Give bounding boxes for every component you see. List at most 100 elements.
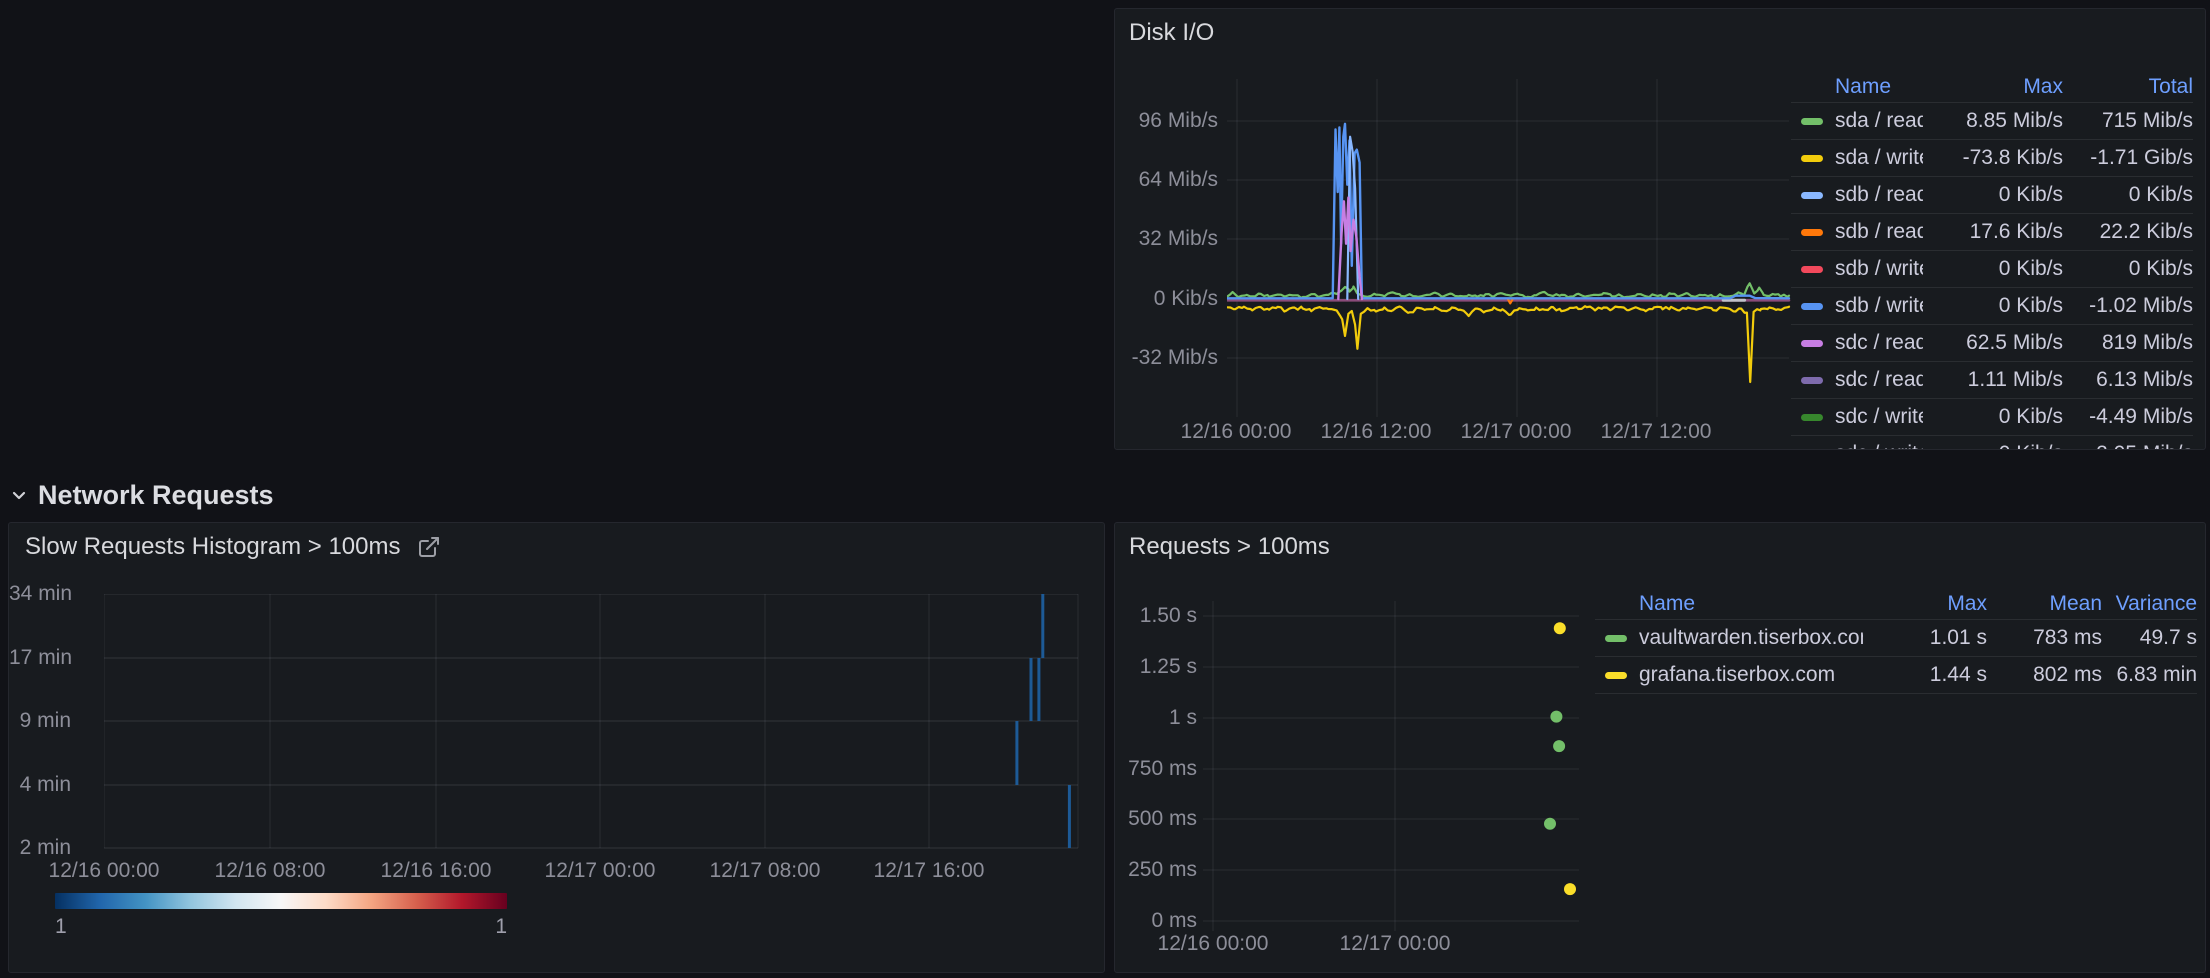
series-max: 1.01 s — [1863, 626, 1987, 650]
disk-x-tick: 12/17 00:00 — [1436, 419, 1596, 445]
disk-x-tick: 12/16 00:00 — [1156, 419, 1316, 445]
histo-x-tick: 12/16 08:00 — [190, 858, 350, 884]
section-network-requests[interactable]: Network Requests — [8, 478, 274, 512]
grafana-dashboard: Disk I/O 96 Mib/s 64 Mib/s 32 Mib/s 0 Ki… — [0, 0, 2210, 978]
histo-x-tick: 12/17 16:00 — [849, 858, 1009, 884]
legend-header-max[interactable]: Max — [1863, 592, 1987, 616]
series-swatch — [1801, 340, 1823, 347]
series-max: 0 Kib/s — [1923, 294, 2063, 318]
disk-x-tick: 12/16 12:00 — [1296, 419, 1456, 445]
series-variance: 49.7 s — [2102, 626, 2197, 650]
series-max: 0 Kib/s — [1923, 257, 2063, 281]
legend-header-mean[interactable]: Mean — [1987, 592, 2102, 616]
slow-requests-histogram-panel: Slow Requests Histogram > 100ms 34 min 1… — [8, 522, 1105, 973]
scale-min-label: 1 — [55, 915, 67, 939]
req-x-tick: 12/16 00:00 — [1133, 931, 1293, 957]
series-total: -1.71 Gib/s — [2063, 146, 2193, 170]
requests-legend-row: grafana.tiserbox.com 1.44 s 802 ms 6.83 … — [1595, 657, 2197, 694]
histo-y-tick: 4 min — [9, 772, 71, 798]
histo-x-tick: 12/16 00:00 — [24, 858, 184, 884]
requests-scatter-chart[interactable] — [1203, 601, 1583, 931]
requests-legend-header: Name Max Mean Variance — [1595, 589, 2197, 620]
heatmap-scale-labels: 1 1 — [55, 915, 507, 939]
series-mean: 783 ms — [1987, 626, 2102, 650]
legend-header-variance[interactable]: Variance — [2102, 592, 2197, 616]
series-max: -73.8 Kib/s — [1923, 146, 2063, 170]
disk-legend-row: sda / writes -73.8 Kib/s -1.71 Gib/s — [1791, 140, 2193, 177]
histo-y-tick: 34 min — [9, 581, 71, 607]
series-total: 22.2 Kib/s — [2063, 220, 2193, 244]
series-max: 62.5 Mib/s — [1923, 331, 2063, 355]
req-y-tick: 250 ms — [1115, 857, 1197, 883]
series-name[interactable]: sda / writes — [1835, 146, 1923, 170]
external-link-icon[interactable] — [417, 535, 441, 559]
legend-header-name[interactable]: Name — [1639, 592, 1863, 616]
req-x-tick: 12/17 00:00 — [1315, 931, 1475, 957]
disk-legend-row: sdc / writes 0 Kib/s -4.49 Mib/s — [1791, 399, 2193, 436]
disk-x-tick: 12/17 12:00 — [1576, 419, 1736, 445]
req-y-tick: 1 s — [1115, 705, 1197, 731]
disk-legend-row: sda / reads 8.85 Mib/s 715 Mib/s — [1791, 103, 2193, 140]
series-name[interactable]: sdb / writes — [1835, 294, 1923, 318]
histogram-panel-title[interactable]: Slow Requests Histogram > 100ms — [25, 533, 401, 561]
disk-io-time-series-chart[interactable] — [1227, 79, 1791, 417]
histo-y-tick: 9 min — [9, 708, 71, 734]
req-y-tick: 1.25 s — [1115, 654, 1197, 680]
series-name[interactable]: sdb / reads — [1835, 183, 1923, 207]
disk-legend-row: sdb / reads 17.6 Kib/s 22.2 Kib/s — [1791, 214, 2193, 251]
disk-legend-row: sdc / writes 0 Kib/s -2.05 Mib/s — [1791, 436, 2193, 450]
chevron-down-icon — [8, 484, 30, 506]
disk-io-panel-title[interactable]: Disk I/O — [1129, 19, 1214, 47]
histo-x-tick: 12/16 16:00 — [356, 858, 516, 884]
requests-legend-row: vaultwarden.tiserbox.com 1.01 s 783 ms 4… — [1595, 620, 2197, 657]
series-total: 819 Mib/s — [2063, 331, 2193, 355]
series-name[interactable]: sdc / writes — [1835, 405, 1923, 429]
disk-legend-row: sdb / reads 0 Kib/s 0 Kib/s — [1791, 177, 2193, 214]
disk-legend-header: Name Max Total — [1791, 72, 2193, 103]
series-swatch — [1801, 155, 1823, 162]
series-total: -1.02 Mib/s — [2063, 294, 2193, 318]
requests-panel-title[interactable]: Requests > 100ms — [1129, 533, 1330, 561]
series-max: 1.44 s — [1863, 663, 1987, 687]
requests-panel: Requests > 100ms 1.50 s 1.25 s 1 s 750 m… — [1114, 522, 2206, 973]
series-swatch — [1801, 266, 1823, 273]
legend-header-total[interactable]: Total — [2063, 75, 2193, 99]
histo-x-tick: 12/17 08:00 — [685, 858, 845, 884]
requests-legend: Name Max Mean Variance vaultwarden.tiser… — [1595, 589, 2197, 694]
series-swatch — [1605, 672, 1627, 679]
legend-header-max[interactable]: Max — [1923, 75, 2063, 99]
series-total: -4.49 Mib/s — [2063, 405, 2193, 429]
series-swatch — [1605, 635, 1627, 642]
scale-max-label: 1 — [495, 915, 507, 939]
series-name[interactable]: sdb / writes — [1835, 257, 1923, 281]
legend-header-name[interactable]: Name — [1835, 75, 1923, 99]
series-name[interactable]: sdb / reads — [1835, 220, 1923, 244]
series-swatch — [1801, 118, 1823, 125]
series-name[interactable]: sdc / writes — [1835, 442, 1923, 450]
disk-y-tick: 96 Mib/s — [1115, 108, 1218, 134]
series-max: 17.6 Kib/s — [1923, 220, 2063, 244]
disk-legend-row: sdb / writes 0 Kib/s 0 Kib/s — [1791, 251, 2193, 288]
series-swatch — [1801, 303, 1823, 310]
disk-y-tick: 64 Mib/s — [1115, 167, 1218, 193]
slow-requests-heatmap-chart[interactable] — [104, 594, 1084, 852]
series-name[interactable]: sdc / reads — [1835, 368, 1923, 392]
histo-y-tick: 17 min — [9, 645, 71, 671]
series-name[interactable]: vaultwarden.tiserbox.com — [1639, 626, 1863, 650]
disk-io-panel: Disk I/O 96 Mib/s 64 Mib/s 32 Mib/s 0 Ki… — [1114, 8, 2206, 450]
req-y-tick: 1.50 s — [1115, 603, 1197, 629]
section-title: Network Requests — [38, 480, 274, 511]
disk-y-tick: -32 Mib/s — [1115, 345, 1218, 371]
disk-legend-row: sdc / reads 62.5 Mib/s 819 Mib/s — [1791, 325, 2193, 362]
req-y-tick: 750 ms — [1115, 756, 1197, 782]
series-name[interactable]: grafana.tiserbox.com — [1639, 663, 1863, 687]
disk-y-tick: 32 Mib/s — [1115, 226, 1218, 252]
disk-legend-row: sdc / reads 1.11 Mib/s 6.13 Mib/s — [1791, 362, 2193, 399]
series-name[interactable]: sda / reads — [1835, 109, 1923, 133]
req-y-tick: 500 ms — [1115, 806, 1197, 832]
series-variance: 6.83 min — [2102, 663, 2197, 687]
series-swatch — [1801, 414, 1823, 421]
series-name[interactable]: sdc / reads — [1835, 331, 1923, 355]
series-max: 8.85 Mib/s — [1923, 109, 2063, 133]
series-swatch — [1801, 192, 1823, 199]
